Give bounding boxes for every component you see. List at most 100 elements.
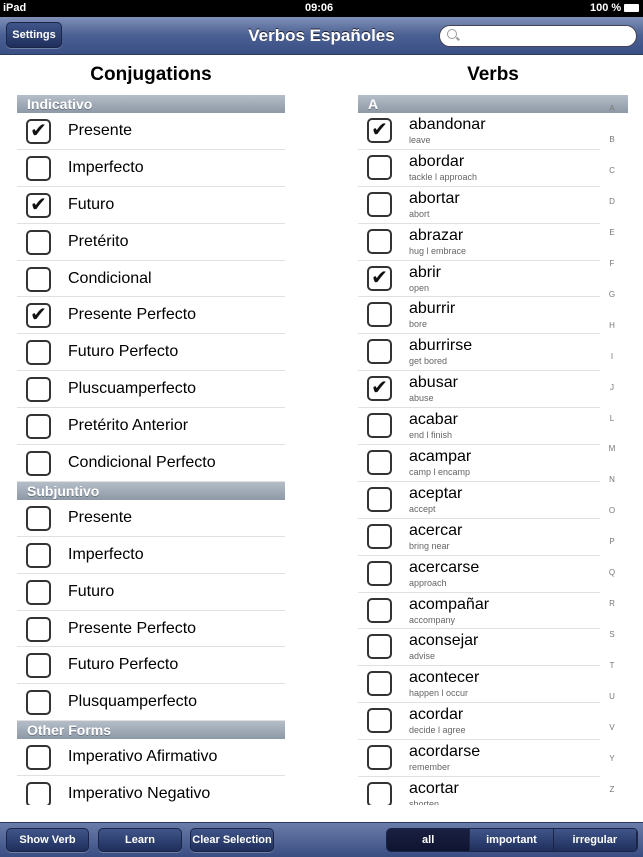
index-letter-g[interactable]: G — [609, 290, 615, 299]
verb-row[interactable]: acercarse approach — [358, 556, 600, 593]
clear-selection-button[interactable]: Clear Selection — [190, 828, 274, 852]
show-verb-button[interactable]: Show Verb — [6, 828, 89, 852]
conjugation-row[interactable]: ✔ Presente — [17, 113, 285, 150]
checkbox[interactable] — [367, 228, 392, 254]
index-letter-z[interactable]: Z — [610, 785, 615, 794]
index-letter-f[interactable]: F — [610, 259, 615, 268]
checkbox[interactable] — [26, 340, 51, 366]
checkbox[interactable] — [26, 377, 51, 403]
verb-row[interactable]: acompañar accompany — [358, 593, 600, 630]
conjugation-row[interactable]: Pluscuamperfecto — [17, 371, 285, 409]
checkbox[interactable] — [367, 634, 392, 660]
index-letter-y[interactable]: Y — [609, 754, 614, 763]
checkbox-checked[interactable]: ✔ — [26, 303, 51, 329]
conjugation-row[interactable]: Pretérito Anterior — [17, 408, 285, 446]
verb-row[interactable]: acontecer happen l occur — [358, 666, 600, 704]
conjugation-row[interactable]: Pretérito — [17, 224, 285, 261]
filter-all[interactable]: all — [387, 829, 471, 851]
verb-row[interactable]: ✔ abrir open — [358, 261, 600, 298]
checkbox-checked[interactable]: ✔ — [367, 376, 392, 402]
conjugations-list[interactable]: Indicativo ✔ Presente Imperfecto ✔ Futuro Pret… — [17, 95, 285, 805]
verb-row[interactable]: acabar end l finish — [358, 408, 600, 446]
checkbox-checked[interactable]: ✔ — [26, 192, 51, 218]
checkbox[interactable] — [26, 266, 51, 292]
index-letter-n[interactable]: N — [609, 475, 615, 484]
index-letter-v[interactable]: V — [609, 723, 614, 732]
verb-row[interactable]: ✔ abusar abuse — [358, 371, 600, 409]
checkbox[interactable] — [26, 745, 51, 771]
conjugation-row[interactable]: Imperativo Negativo — [17, 776, 285, 805]
filter-irregular[interactable]: irregular — [553, 829, 637, 851]
checkbox[interactable] — [367, 339, 392, 365]
checkbox-checked[interactable]: ✔ — [26, 119, 51, 144]
checkbox[interactable] — [26, 616, 51, 642]
conjugation-row[interactable]: Imperfecto — [17, 537, 285, 574]
verb-row[interactable]: acordarse remember — [358, 740, 600, 778]
checkbox[interactable] — [26, 505, 51, 531]
checkbox[interactable] — [367, 523, 392, 549]
verb-row[interactable]: aconsejar advise — [358, 629, 600, 667]
checkbox[interactable] — [367, 154, 392, 180]
index-letter-u[interactable]: U — [609, 692, 615, 701]
conjugation-row[interactable]: Plusquamperfecto — [17, 684, 285, 722]
index-letter-e[interactable]: E — [609, 228, 614, 237]
conjugation-row[interactable]: ✔ Presente Perfecto — [17, 297, 285, 335]
index-letter-b[interactable]: B — [609, 135, 614, 144]
checkbox[interactable] — [26, 579, 51, 605]
conjugation-row[interactable]: Condicional Perfecto — [17, 445, 285, 482]
checkbox[interactable] — [367, 708, 392, 734]
checkbox[interactable] — [26, 542, 51, 568]
index-letter-r[interactable]: R — [609, 599, 615, 608]
verb-row[interactable]: aceptar accept — [358, 482, 600, 519]
index-letter-i[interactable]: I — [611, 352, 613, 361]
index-letter-h[interactable]: H — [609, 321, 615, 330]
verb-row[interactable]: abrazar hug l embrace — [358, 224, 600, 261]
conjugation-row[interactable]: ✔ Futuro — [17, 187, 285, 224]
checkbox[interactable] — [367, 745, 392, 771]
checkbox[interactable] — [367, 671, 392, 697]
verb-row[interactable]: abordar tackle l approach — [358, 150, 600, 187]
verb-row[interactable]: acercar bring near — [358, 519, 600, 556]
index-letter-j[interactable]: J — [610, 383, 614, 392]
conjugation-row[interactable]: Imperfecto — [17, 150, 285, 187]
conjugation-row[interactable]: Presente — [17, 500, 285, 537]
checkbox[interactable] — [26, 155, 51, 181]
verb-row[interactable]: aburrir bore — [358, 297, 600, 335]
checkbox[interactable] — [367, 782, 392, 805]
conjugation-row[interactable]: Futuro Perfecto — [17, 647, 285, 685]
verb-row[interactable]: acampar camp l encamp — [358, 445, 600, 482]
verb-row[interactable]: abortar abort — [358, 187, 600, 224]
index-letter-q[interactable]: Q — [609, 568, 615, 577]
checkbox[interactable] — [367, 450, 392, 476]
conjugation-row[interactable]: Futuro Perfecto — [17, 334, 285, 372]
verb-row[interactable]: acortar shorten — [358, 777, 600, 805]
index-letter-d[interactable]: D — [609, 197, 615, 206]
verb-row[interactable]: ✔ abandonar leave — [358, 113, 600, 150]
index-letter-t[interactable]: T — [610, 661, 615, 670]
checkbox[interactable] — [367, 560, 392, 586]
index-letter-p[interactable]: P — [609, 537, 614, 546]
conjugation-row[interactable]: Condicional — [17, 261, 285, 298]
checkbox[interactable] — [26, 690, 51, 716]
index-letter-o[interactable]: O — [609, 506, 615, 515]
alphabet-index[interactable]: A B C D E F G H I J L M N O P Q R S T U V Y Z — [600, 104, 624, 794]
index-letter-c[interactable]: C — [609, 166, 615, 175]
filter-important[interactable]: important — [470, 829, 554, 851]
checkbox[interactable] — [367, 302, 392, 328]
verb-row[interactable]: acordar decide l agree — [358, 703, 600, 741]
checkbox-checked[interactable]: ✔ — [367, 118, 392, 143]
index-letter-s[interactable]: S — [609, 630, 614, 639]
checkbox[interactable] — [367, 413, 392, 439]
checkbox[interactable] — [367, 597, 392, 623]
conjugation-row[interactable]: Imperativo Afirmativo — [17, 739, 285, 777]
checkbox[interactable] — [367, 191, 392, 217]
checkbox[interactable] — [26, 451, 51, 477]
conjugation-row[interactable]: Futuro — [17, 574, 285, 611]
search-input[interactable] — [439, 25, 637, 47]
verbs-list[interactable]: A ✔ abandonar leave abordar tackle l approach… — [358, 95, 600, 805]
verb-row[interactable]: aburrirse get bored — [358, 334, 600, 372]
conjugation-row[interactable]: Presente Perfecto — [17, 611, 285, 648]
index-letter-m[interactable]: M — [609, 444, 616, 453]
index-letter-a[interactable]: A — [609, 104, 614, 113]
learn-button[interactable]: Learn — [98, 828, 182, 852]
